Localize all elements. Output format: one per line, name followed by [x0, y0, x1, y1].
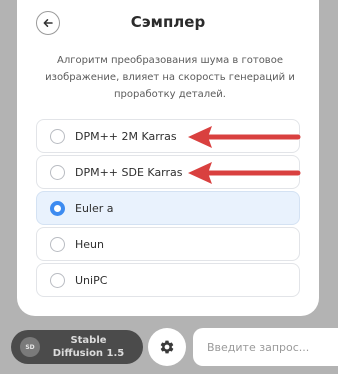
sampler-options-list: DPM++ 2M Karras DPM++ SDE Karras Euler a… — [36, 119, 300, 299]
radio-button[interactable] — [50, 128, 65, 144]
sampler-option-label: Euler a — [75, 201, 114, 215]
sampler-option-dpm-2m-karras[interactable]: DPM++ 2M Karras — [36, 119, 300, 153]
radio-button-checked[interactable] — [50, 200, 65, 216]
model-name: Stable Diffusion 1.5 — [40, 334, 143, 360]
modal-title: Сэмплер — [130, 13, 206, 31]
bottom-bar: SD Stable Diffusion 1.5 — [0, 316, 338, 374]
sampler-option-label: Heun — [75, 237, 104, 251]
radio-button[interactable] — [50, 272, 65, 288]
model-name-line2: Diffusion 1.5 — [52, 348, 125, 359]
modal-description: Алгоритм преобразования шума в готовое и… — [45, 55, 295, 100]
gear-icon — [160, 340, 174, 354]
prompt-input[interactable] — [193, 328, 338, 366]
model-name-line1: Stable — [70, 335, 107, 346]
model-logo: SD — [20, 337, 40, 357]
sampler-modal: Сэмплер Алгоритм преобразования шума в г… — [17, 0, 319, 316]
model-selector-button[interactable]: SD Stable Diffusion 1.5 — [11, 330, 143, 364]
sampler-option-label: DPM++ SDE Karras — [75, 165, 183, 179]
radio-button[interactable] — [50, 236, 65, 252]
sampler-option-label: DPM++ 2M Karras — [75, 129, 177, 143]
sampler-option-dpm-sde-karras[interactable]: DPM++ SDE Karras — [36, 155, 300, 189]
sampler-option-unipc[interactable]: UniPC — [36, 263, 300, 297]
settings-button[interactable] — [148, 328, 186, 366]
radio-button[interactable] — [50, 164, 65, 180]
sampler-option-label: UniPC — [75, 273, 108, 287]
sampler-option-heun[interactable]: Heun — [36, 227, 300, 261]
sampler-option-euler-a[interactable]: Euler a — [36, 191, 300, 225]
